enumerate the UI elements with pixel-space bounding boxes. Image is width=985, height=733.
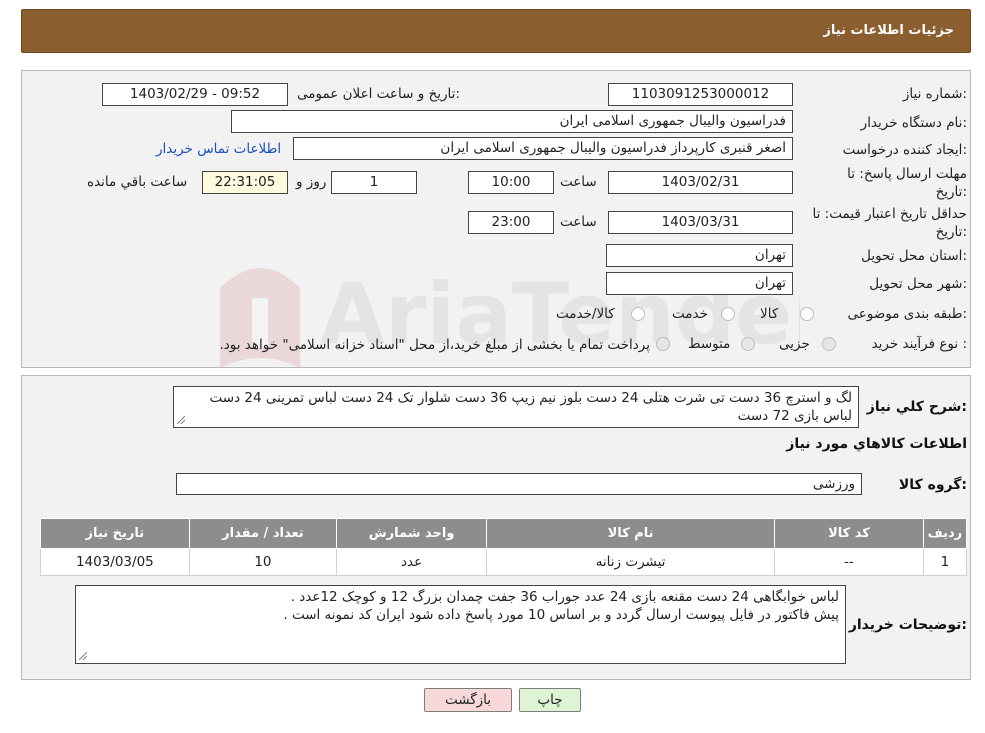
process-radio-minor[interactable]	[822, 337, 836, 351]
page-header: جزئیات اطلاعات نیاز	[21, 9, 971, 53]
deadline-label-1: مهلت ارسال پاسخ: تا	[847, 166, 967, 182]
cell-goods-code: --	[774, 548, 924, 576]
buyer-notes-line-2: پیش فاکتور در فایل پیوست ارسال گردد و بر…	[283, 607, 839, 623]
deadline-time-field: 10:00	[468, 171, 554, 194]
buyer-label: نام دستگاه خریدار:	[860, 115, 967, 131]
validity-date-field: 1403/03/31	[608, 211, 793, 234]
buyer-notes-textarea[interactable]: لباس خوابگاهی 24 دست مقنعه بازی 24 عدد ج…	[75, 585, 846, 664]
process-label: نوع فرآیند خرید :	[871, 336, 967, 352]
process-radio-treasury[interactable]	[656, 337, 670, 351]
category-label: طبقه بندی موضوعی:	[847, 306, 967, 322]
category-option-service: خدمت	[672, 306, 708, 322]
description-textarea[interactable]: لگ و استرچ 36 دست تی شرت هتلی 24 دست بلو…	[173, 386, 859, 428]
province-label: استان محل تحویل:	[861, 248, 967, 264]
print-button[interactable]: چاپ	[519, 688, 581, 712]
remaining-time-field: 22:31:05	[202, 171, 288, 194]
description-label: شرح کلي نياز:	[866, 399, 967, 415]
category-radio-goods-service[interactable]	[631, 307, 645, 321]
province-field: تهران	[606, 244, 793, 267]
goods-table-header-row: رديف کد کالا نام کالا واحد شمارش تعداد /…	[40, 518, 968, 549]
cell-goods-name: تیشرت زنانه	[485, 548, 776, 576]
col-quantity: تعداد / مقدار	[188, 518, 338, 549]
deadline-label-2: تاریخ:	[935, 184, 967, 200]
need-number-label: شماره نیاز:	[902, 86, 967, 102]
validity-label-1: حداقل تاریخ اعتبار قیمت: تا	[812, 206, 967, 222]
buyer-notes-line-1: لباس خوابگاهی 24 دست مقنعه بازی 24 عدد ج…	[290, 589, 839, 605]
col-unit: واحد شمارش	[336, 518, 487, 549]
process-option-medium: متوسط	[688, 336, 731, 352]
validity-time-field: 23:00	[468, 211, 554, 234]
category-radio-service[interactable]	[721, 307, 735, 321]
deadline-time-label: ساعت	[560, 174, 597, 190]
buyer-notes-label: توضيحات خريدار:	[848, 617, 967, 633]
goods-info-title: اطلاعات کالاهاي مورد نياز	[786, 436, 967, 452]
process-radio-medium[interactable]	[741, 337, 755, 351]
cell-unit: عدد	[336, 548, 487, 576]
process-treasury-note: پرداخت تمام یا بخشی از مبلغ خرید،از محل …	[219, 337, 650, 353]
col-row-number: رديف	[922, 518, 968, 549]
goods-group-label: گروه کالا:	[898, 477, 967, 493]
buyer-field: فدراسیون والیبال جمهوری اسلامی ایران	[231, 110, 793, 133]
creator-label: ایجاد کننده درخواست:	[842, 142, 967, 158]
goods-table: رديف کد کالا نام کالا واحد شمارش تعداد /…	[40, 518, 968, 576]
goods-group-field: ورزشی	[176, 473, 862, 495]
days-label: روز و	[296, 174, 327, 190]
announce-label: تاریخ و ساعت اعلان عمومی:	[297, 86, 460, 102]
cell-row-number: 1	[922, 548, 968, 576]
resize-grip-icon[interactable]	[177, 416, 185, 424]
back-button[interactable]: بازگشت	[424, 688, 512, 712]
category-option-goods: کالا	[760, 306, 779, 322]
col-need-date: تاريخ نياز	[40, 518, 190, 549]
col-goods-code: کد کالا	[774, 518, 924, 549]
city-label: شهر محل تحویل:	[869, 276, 967, 292]
resize-grip-icon[interactable]	[79, 652, 87, 660]
process-option-minor: جزیی	[779, 336, 810, 352]
category-option-goods-service: کالا/خدمت	[556, 306, 615, 322]
deadline-date-field: 1403/02/31	[608, 171, 793, 194]
cell-need-date: 1403/03/05	[40, 548, 190, 576]
category-radio-goods[interactable]	[800, 307, 814, 321]
col-goods-name: نام کالا	[485, 518, 776, 549]
page-title: جزئیات اطلاعات نیاز	[823, 23, 954, 38]
validity-time-label: ساعت	[560, 214, 597, 230]
creator-field: اصغر قنبری کارپرداز فدراسیون والیبال جمه…	[293, 137, 793, 160]
days-field: 1	[331, 171, 417, 194]
city-field: تهران	[606, 272, 793, 295]
announce-field: 1403/02/29 - 09:52	[102, 83, 288, 106]
need-number-field: 1103091253000012	[608, 83, 793, 106]
table-row: 1 -- تیشرت زنانه عدد 10 1403/03/05	[40, 548, 968, 576]
cell-quantity: 10	[188, 548, 338, 576]
validity-label-2: تاریخ:	[935, 224, 967, 240]
description-text: لگ و استرچ 36 دست تی شرت هتلی 24 دست بلو…	[209, 390, 852, 424]
remaining-label: ساعت باقي مانده	[87, 174, 188, 190]
buyer-contact-link[interactable]: اطلاعات تماس خریدار	[156, 141, 281, 157]
